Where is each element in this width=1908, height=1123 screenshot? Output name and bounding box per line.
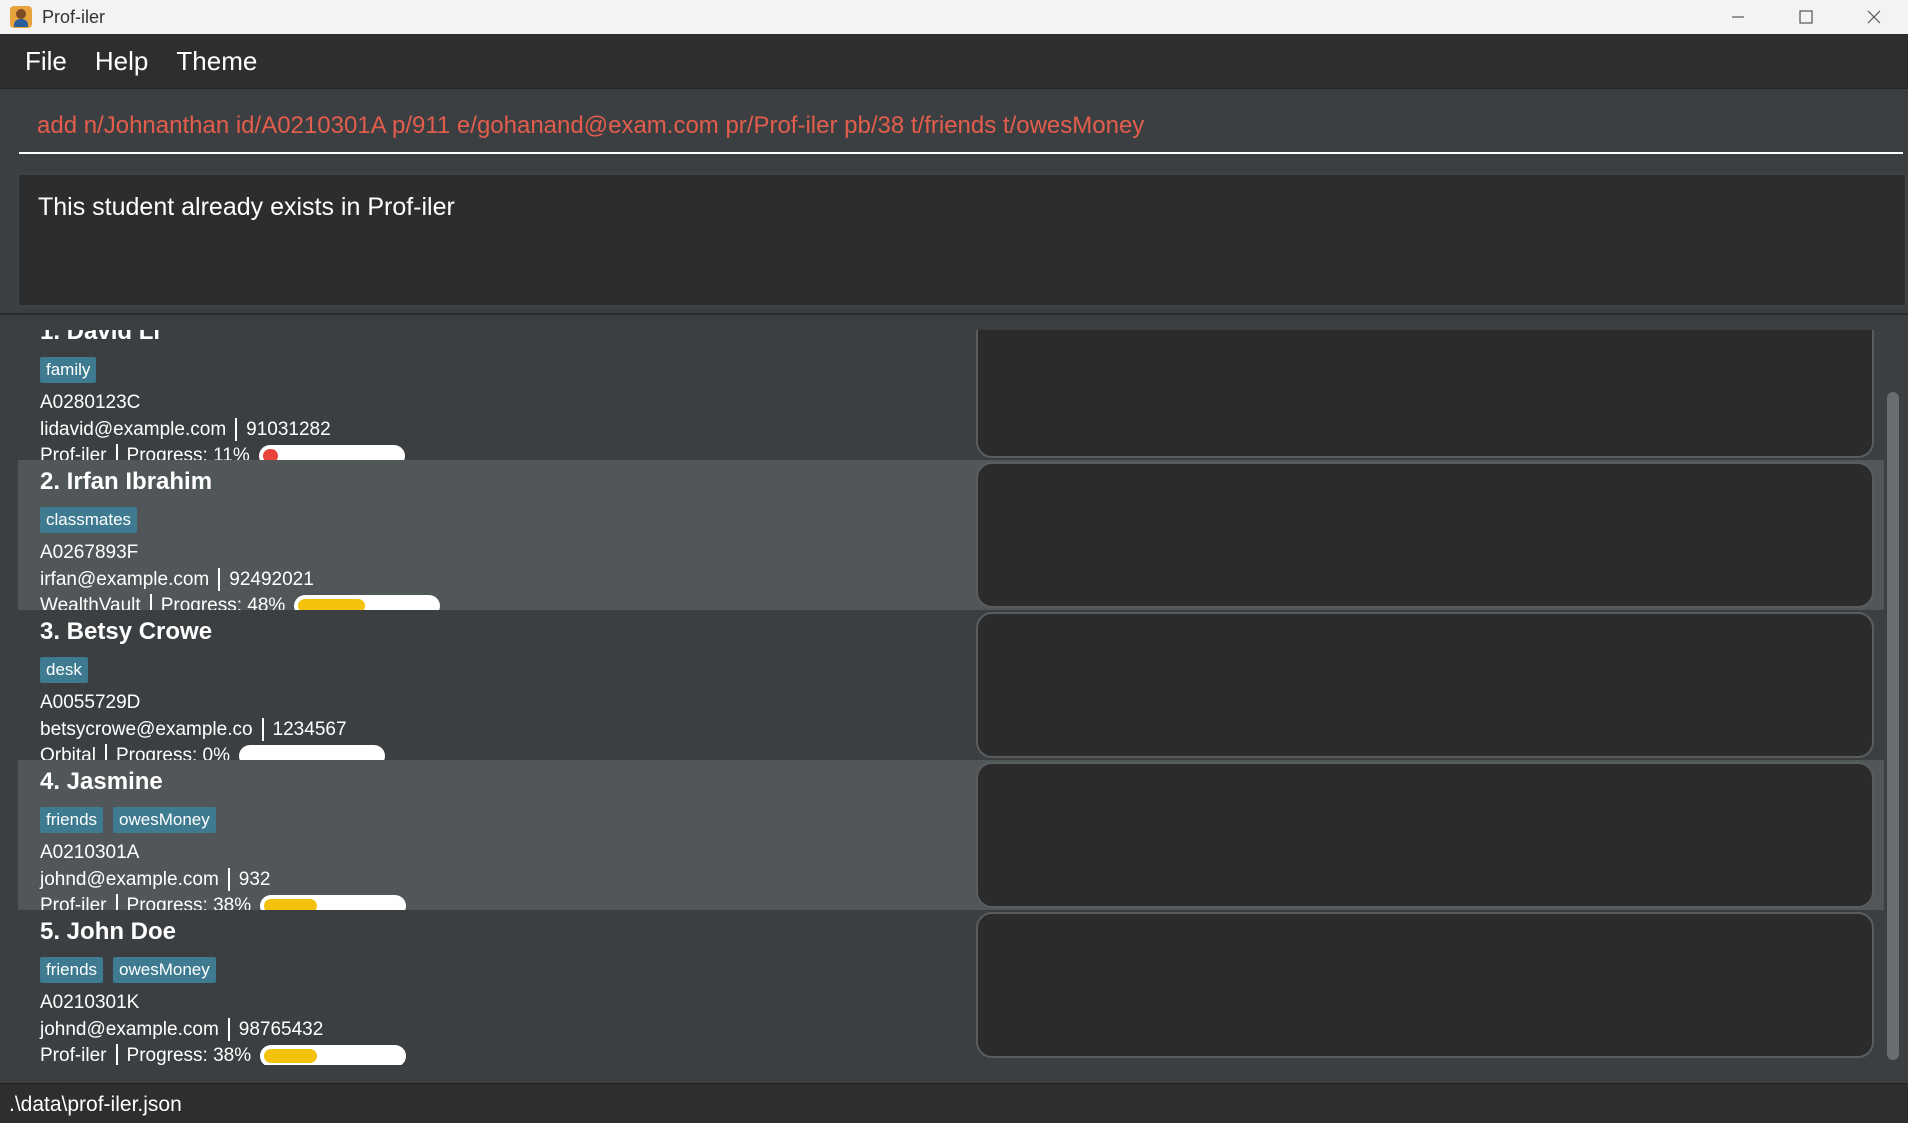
contact-row: johnd@example.com 932 <box>40 868 270 891</box>
person-name: 5. John Doe <box>40 918 177 945</box>
tag-list: desk <box>40 657 88 683</box>
window-controls <box>1704 0 1908 34</box>
tag-list: family <box>40 357 97 383</box>
person-name: 2. Irfan Ibrahim <box>40 468 213 495</box>
person-card[interactable]: 1. David Li family A0280123C lidavid@exa… <box>18 330 1884 467</box>
title-bar: Prof-iler <box>0 0 1908 34</box>
window-title: Prof-iler <box>42 6 106 27</box>
detail-panel <box>976 462 1874 608</box>
maximize-button[interactable] <box>1772 0 1840 34</box>
separator <box>227 1018 230 1041</box>
person-card[interactable]: 5. John Doe friends owesMoney A0210301K … <box>18 910 1884 1065</box>
menu-bar: File Help Theme <box>0 34 1908 89</box>
separator <box>227 868 230 891</box>
command-input[interactable]: add n/Johnanthan id/A0210301A p/911 e/go… <box>19 100 1903 154</box>
minimize-button[interactable] <box>1704 0 1772 34</box>
detail-panel <box>976 612 1874 758</box>
contact-row: johnd@example.com 98765432 <box>40 1018 323 1041</box>
project-name: Prof-iler <box>40 1044 107 1066</box>
separator <box>218 568 221 591</box>
minimize-icon <box>1732 16 1744 18</box>
tag-list: classmates <box>40 507 138 533</box>
contact-row: betsycrowe@example.co 1234567 <box>40 718 347 741</box>
person-name: 4. Jasmine <box>40 768 163 795</box>
email: johnd@example.com <box>40 868 219 890</box>
student-id: A0055729D <box>40 692 141 713</box>
tag: family <box>40 357 97 383</box>
student-id: A0280123C <box>40 392 141 413</box>
tag: owesMoney <box>113 807 216 833</box>
person-card[interactable]: 2. Irfan Ibrahim classmates A0267893F ir… <box>18 460 1884 617</box>
command-text: add n/Johnanthan id/A0210301A p/911 e/go… <box>37 112 1145 139</box>
tag-list: friends owesMoney <box>40 957 216 983</box>
detail-panel <box>976 762 1874 908</box>
close-icon <box>1867 10 1881 24</box>
tag: owesMoney <box>113 957 216 983</box>
tag: desk <box>40 657 88 683</box>
result-display[interactable]: This student already exists in Prof-iler <box>17 173 1907 307</box>
person-name: 1. David Li <box>40 330 161 345</box>
tag: friends <box>40 807 104 833</box>
progress-bar <box>260 1044 407 1065</box>
student-id: A0210301K <box>40 992 140 1013</box>
separator <box>235 418 238 441</box>
maximize-icon <box>1799 10 1813 24</box>
person-card[interactable]: 3. Betsy Crowe desk A0055729D betsycrowe… <box>18 610 1884 767</box>
email: johnd@example.com <box>40 1018 219 1040</box>
email: irfan@example.com <box>40 568 210 590</box>
separator <box>261 718 264 741</box>
phone: 91031282 <box>246 418 331 440</box>
status-bar: .\data\prof-iler.json <box>0 1083 1908 1123</box>
scroll-thumb[interactable] <box>1887 392 1899 1060</box>
phone: 92492021 <box>229 568 314 590</box>
result-message: This student already exists in Prof-iler <box>38 193 455 221</box>
menu-file[interactable]: File <box>25 46 67 77</box>
progress-fill <box>264 1048 317 1063</box>
detail-panel <box>976 330 1874 458</box>
tag-list: friends owesMoney <box>40 807 216 833</box>
student-id: A0267893F <box>40 542 139 563</box>
email: lidavid@example.com <box>40 418 227 440</box>
tag: friends <box>40 957 104 983</box>
contact-row: irfan@example.com 92492021 <box>40 568 314 591</box>
phone: 932 <box>238 868 271 890</box>
save-location: .\data\prof-iler.json <box>9 1093 182 1116</box>
student-id: A0210301A <box>40 842 140 863</box>
person-name: 3. Betsy Crowe <box>40 618 213 645</box>
divider <box>0 313 1908 315</box>
menu-help[interactable]: Help <box>95 46 148 77</box>
person-card[interactable]: 4. Jasmine friends owesMoney A0210301A j… <box>18 760 1884 917</box>
person-list[interactable]: 1. David Li family A0280123C lidavid@exa… <box>18 330 1884 1065</box>
tag: classmates <box>40 507 138 533</box>
detail-panel <box>976 912 1874 1058</box>
email: betsycrowe@example.co <box>40 718 253 740</box>
app-icon <box>10 6 32 28</box>
menu-theme[interactable]: Theme <box>176 46 257 77</box>
separator <box>115 1044 118 1065</box>
phone: 1234567 <box>272 718 347 740</box>
progress-row: Prof-iler Progress: 38% <box>40 1044 407 1066</box>
phone: 98765432 <box>238 1018 324 1040</box>
contact-row: lidavid@example.com 91031282 <box>40 418 331 441</box>
close-button[interactable] <box>1840 0 1908 34</box>
list-scrollbar[interactable] <box>1884 330 1904 1065</box>
progress-label: Progress: 38% <box>126 1044 252 1066</box>
